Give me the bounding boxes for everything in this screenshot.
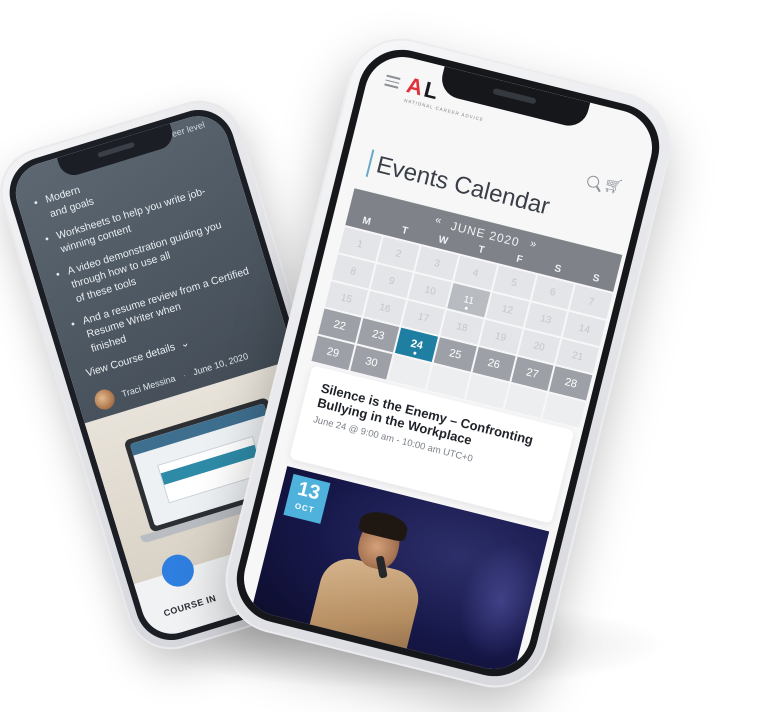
stage-light: [447, 533, 550, 670]
separator-dot: ·: [181, 370, 188, 381]
mockup-scene: Career level Modern and goals Worksheets…: [0, 0, 780, 712]
front-phone: AL NATIONAL CAREER ADVICE 🛒︎ Events Cale…: [214, 27, 682, 699]
front-phone-screen: AL NATIONAL CAREER ADVICE 🛒︎ Events Cale…: [235, 48, 661, 678]
date-badge: 13 OCT: [283, 473, 331, 524]
course-info-button[interactable]: COURSE IN: [162, 593, 217, 619]
chevron-down-icon: ⌄: [178, 336, 191, 351]
author-date: June 10, 2020: [191, 350, 250, 378]
hamburger-menu-icon[interactable]: [384, 74, 401, 89]
avatar: [92, 387, 118, 413]
cart-icon[interactable]: 🛒︎: [602, 175, 625, 197]
search-icon[interactable]: [585, 174, 601, 190]
author-name: Traci Messina: [120, 373, 177, 400]
front-phone-bezel: AL NATIONAL CAREER ADVICE 🛒︎ Events Cale…: [227, 40, 669, 686]
